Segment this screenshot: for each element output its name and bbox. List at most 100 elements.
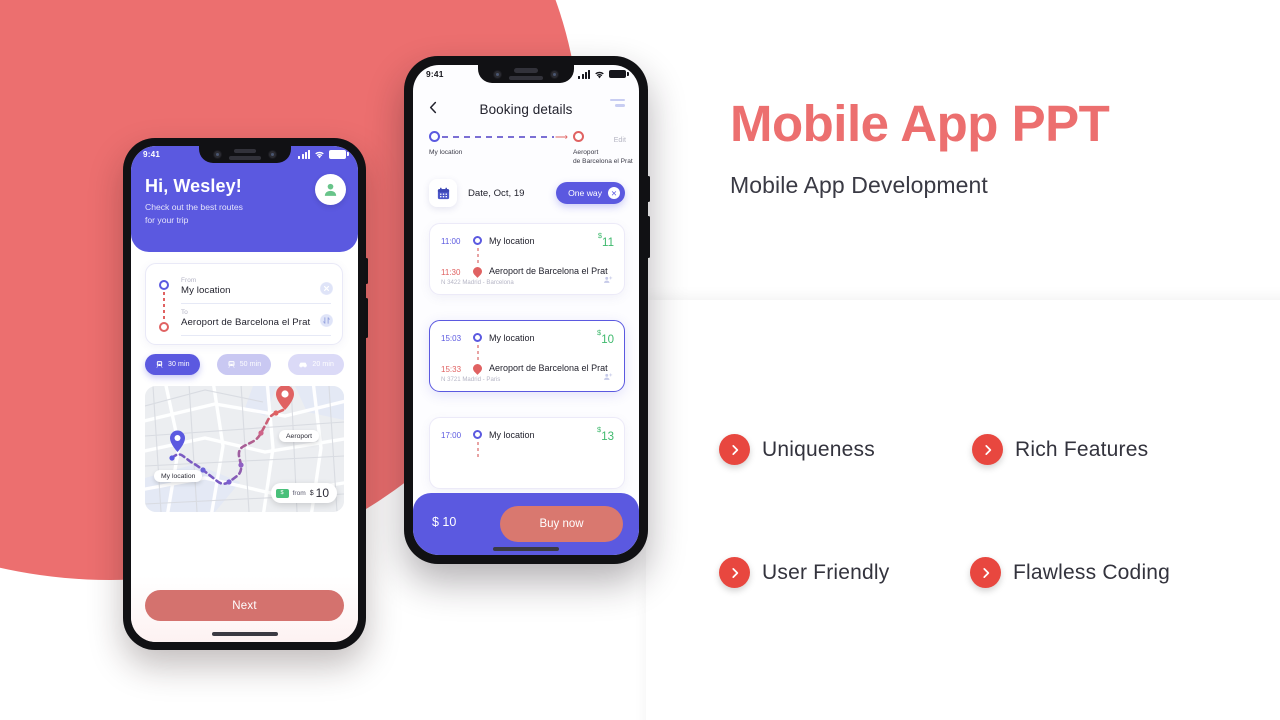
avatar[interactable] [315,174,346,205]
transport-chip-car-label: 20 min [312,361,334,368]
to-underline [181,335,331,336]
phone-right-home-indicator [493,547,559,551]
phone-mockup-right: 9:41 Booking details ⟶ My location Aerop… [404,56,650,564]
trip-depart-place: My location [489,333,535,343]
date-text[interactable]: Date, Oct, 19 [468,188,525,199]
transport-chip-car[interactable]: 20 min [288,354,344,375]
edit-route-link[interactable]: Edit [614,135,626,144]
feature-label: User Friendly [762,560,890,584]
phone-right-volume-button [647,216,650,258]
page-title: Mobile App PPT [730,95,1110,152]
trip-depart-place: My location [489,430,535,440]
price-prefix: from [292,489,306,497]
add-passenger-button[interactable] [603,275,613,287]
origin-dot-icon [159,280,169,290]
route-progress: ⟶ My location Aeroport de Barcelona el P… [429,131,633,165]
trip-dashed-line [476,442,479,459]
filter-button[interactable] [610,99,625,107]
signal-icon [578,69,590,79]
trip-origin-dot-icon [473,430,482,439]
trip-depart-place: My location [489,236,535,246]
progress-origin-dot-icon [429,131,440,142]
from-field[interactable]: From My location [181,277,331,296]
wifi-icon [594,70,605,79]
next-button[interactable]: Next [145,590,344,621]
trip-arrive-time: 15:33 [441,365,462,374]
front-camera-icon [493,69,502,79]
chevron-right-icon [719,434,750,465]
feature-label: Flawless Coding [1013,560,1171,584]
to-field[interactable]: To Aeroport de Barcelona el Prat [181,309,331,328]
trip-price: $13 [597,425,614,443]
front-camera-icon [212,150,222,159]
trip-card[interactable]: 15:03 My location 15:33 Aeroport de Barc… [429,320,625,392]
checkout-bar: $ 10 Buy now [413,493,639,555]
to-value: Aeroport de Barcelona el Prat [181,317,311,328]
phone-right-notch [478,65,574,83]
trip-type-pill[interactable]: One way ✕ [556,182,625,204]
phone-left-screen: 9:41 Hi, Wesley! Check out the best rout… [131,146,358,642]
buy-now-button[interactable]: Buy now [500,506,623,542]
white-rounded-panel-fill [646,300,1280,720]
feature-item-rich-features[interactable]: Rich Features [972,434,1148,465]
phone-right-screen: 9:41 Booking details ⟶ My location Aerop… [413,65,639,555]
sensor-icon [267,150,277,159]
trip-type-clear-icon[interactable]: ✕ [608,187,620,199]
route-dot-column [159,280,171,332]
feature-label: Uniqueness [762,437,875,461]
phone-right-side-button [647,176,650,202]
clear-from-button[interactable] [320,282,333,295]
close-circle-icon [320,282,333,295]
progress-destination-label: Aeroport de Barcelona el Prat [573,149,633,165]
trip-origin-dot-icon [473,333,482,342]
trip-dashed-line [476,345,479,362]
destination-dot-icon [159,322,169,332]
greeting-subtitle: Check out the best routes for your trip [145,202,243,225]
add-passenger-icon [604,373,613,380]
sensor-icon [550,69,559,79]
trip-destination-pin-icon [471,362,484,375]
to-label: To [181,309,188,316]
booking-header: Booking details [413,95,639,123]
trip-card[interactable]: 11:00 My location 11:30 Aeroport de Barc… [429,223,625,295]
phone-left-home-indicator [211,632,278,636]
trip-type-label: One way [568,188,602,198]
feature-item-user-friendly[interactable]: User Friendly [719,557,889,588]
feature-item-uniqueness[interactable]: Uniqueness [719,434,875,465]
route-map[interactable]: My location Aeroport $ from $ 10 [145,386,344,512]
trip-card[interactable]: 17:00 My location $13 [429,417,625,489]
trip-arrive-place: Aeroport de Barcelona el Prat [489,266,608,276]
trip-origin-dot-icon [473,236,482,245]
transport-chip-bus[interactable]: 50 min [216,354,272,375]
transport-chip-row: 30 min 50 min 20 min [145,354,344,375]
trip-price: $10 [597,328,614,346]
feature-item-flawless-coding[interactable]: Flawless Coding [970,557,1170,588]
price-currency: $ [309,489,314,497]
calendar-button[interactable] [429,179,457,207]
swap-vertical-icon [320,314,333,327]
greeting-title: Hi, Wesley! [145,176,242,196]
add-passenger-button[interactable] [603,372,613,384]
slide-canvas: 9:41 Hi, Wesley! Check out the best rout… [0,0,1280,720]
status-indicators [298,150,349,159]
trip-arrive-place: Aeroport de Barcelona el Prat [489,363,608,373]
from-label: From [181,277,197,284]
trip-dashed-line [476,248,479,265]
phone-mockup-left: 9:41 Hi, Wesley! Check out the best rout… [123,138,368,650]
progress-origin-label: My location [429,149,463,156]
status-time: 9:41 [426,69,444,79]
swap-locations-button[interactable] [320,314,333,327]
user-avatar-icon [324,183,337,196]
from-underline [181,303,331,304]
phone-left-volume-button [365,298,368,338]
page-title: Booking details [479,101,573,117]
from-value: My location [181,285,231,296]
phone-left-notch [198,146,291,163]
transport-chip-train[interactable]: 30 min [145,354,200,375]
train-icon [156,361,163,368]
price-amount: 10 [315,486,329,500]
add-passenger-icon [604,276,613,283]
chevron-right-icon [970,557,1001,588]
transport-chip-bus-label: 50 min [239,361,262,368]
page-subtitle: Mobile App Development [730,172,988,198]
